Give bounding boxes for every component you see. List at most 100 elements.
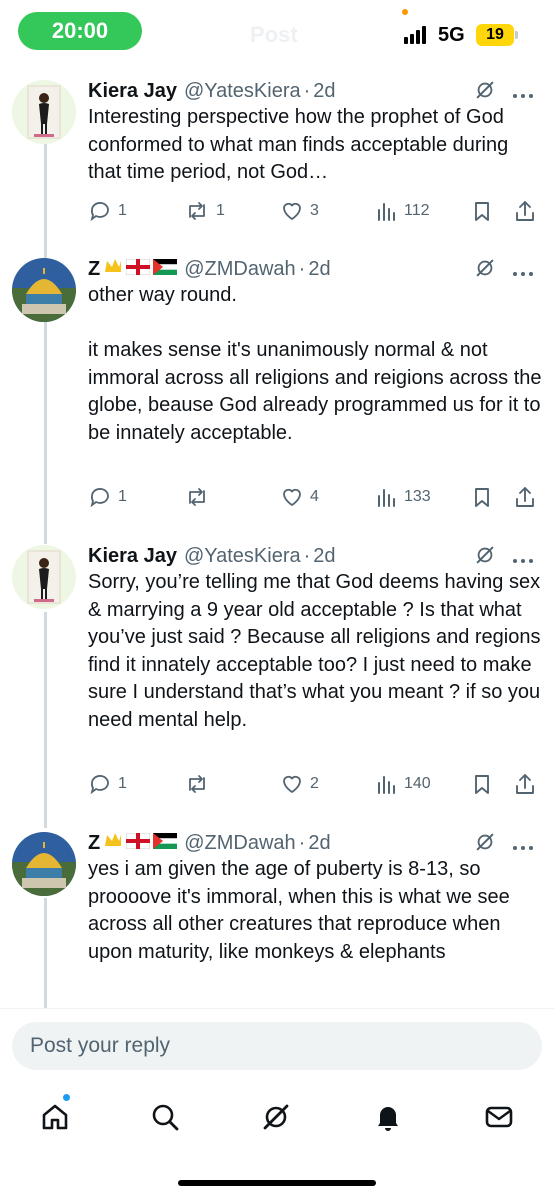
like-count: 4 (310, 488, 319, 505)
author-handle[interactable]: @YatesKiera (184, 80, 301, 103)
home-indicator[interactable] (178, 1180, 376, 1186)
views-icon (378, 489, 395, 507)
reply-button[interactable]: 1 (88, 769, 127, 799)
tweet-header: Z @ZMDawah · 2d (88, 254, 534, 284)
share-button[interactable] (514, 769, 536, 799)
grok-tab[interactable] (259, 1100, 293, 1134)
bookmark-button[interactable] (472, 482, 492, 512)
more-options-icon[interactable] (512, 834, 534, 857)
like-count: 2 (310, 775, 319, 792)
bookmark-icon (475, 488, 489, 507)
bookmark-button[interactable] (472, 196, 492, 226)
cellular-signal-icon (404, 26, 426, 44)
status-bar: ← Post 20:00 5G 19 (0, 0, 554, 62)
tweet-header-icons (474, 79, 534, 107)
status-time: 20:00 (18, 12, 142, 50)
repost-button[interactable] (184, 769, 216, 799)
repost-icon (189, 202, 205, 220)
views-count: 133 (404, 488, 431, 505)
tweet[interactable]: Z @ZMDawah · 2d other way round. it make… (0, 254, 554, 526)
tweet[interactable]: Z @ZMDawah · 2d yes i am given the age o… (0, 828, 554, 1004)
author-handle[interactable]: @ZMDawah (184, 258, 295, 281)
more-options-icon[interactable] (512, 547, 534, 570)
views-count: 140 (404, 775, 431, 792)
palestine-flag-icon (153, 258, 178, 281)
heart-icon (283, 775, 301, 793)
battery-icon: 19 (476, 24, 514, 46)
separator: · (298, 831, 306, 854)
palestine-flag-icon (153, 832, 178, 855)
bookmark-icon (475, 202, 489, 221)
views-button[interactable]: 140 (376, 769, 431, 799)
crown-emoji-icon (103, 831, 123, 855)
views-button[interactable]: 133 (376, 482, 431, 512)
author-handle[interactable]: @ZMDawah (184, 832, 295, 855)
like-button[interactable]: 2 (280, 769, 319, 799)
share-button[interactable] (514, 482, 536, 512)
tweet-header-icons (474, 831, 534, 859)
share-icon (516, 487, 534, 507)
crown-emoji-icon (103, 257, 123, 281)
reply-icon (90, 202, 109, 222)
author-name[interactable]: Z (88, 258, 100, 281)
repost-icon (189, 775, 205, 793)
more-options-icon[interactable] (512, 82, 534, 105)
author-name[interactable]: Kiera Jay (88, 545, 177, 568)
tweet-header: Kiera Jay @YatesKiera · 2d (88, 76, 534, 106)
like-button[interactable]: 3 (280, 196, 319, 226)
reply-button[interactable]: 1 (88, 196, 127, 226)
tweet-text: other way round. it makes sense it's una… (88, 284, 542, 444)
repost-count: 1 (216, 202, 225, 219)
avatar[interactable] (12, 545, 76, 609)
author-name[interactable]: Z (88, 832, 100, 855)
reply-button[interactable]: 1 (88, 482, 127, 512)
views-button[interactable]: 112 (376, 196, 430, 226)
page-title: Post (250, 22, 298, 47)
network-type: 5G (438, 24, 465, 46)
tweet-actions: 1 4 133 (88, 482, 542, 512)
share-icon (516, 201, 534, 221)
tweet-text: Sorry, you’re telling me that God deems … (88, 571, 547, 731)
bookmark-button[interactable] (472, 769, 492, 799)
post-date[interactable]: 2d (308, 258, 330, 281)
grok-icon[interactable] (474, 257, 496, 285)
reply-count: 1 (118, 488, 127, 505)
messages-tab[interactable] (482, 1100, 516, 1134)
post-date[interactable]: 2d (308, 832, 330, 855)
reply-count: 1 (118, 202, 127, 219)
repost-button[interactable]: 1 (184, 196, 225, 226)
like-button[interactable]: 4 (280, 482, 319, 512)
avatar[interactable] (12, 832, 76, 896)
more-options-icon[interactable] (512, 260, 534, 283)
search-tab[interactable] (148, 1100, 182, 1134)
reply-icon (90, 775, 109, 795)
reply-input[interactable]: Post your reply (12, 1022, 542, 1070)
post-date[interactable]: 2d (313, 80, 335, 103)
author-name[interactable]: Kiera Jay (88, 80, 177, 103)
repost-button[interactable] (184, 482, 216, 512)
tweet-text: Interesting perspective how the prophet … (88, 106, 514, 183)
home-tab[interactable] (38, 1100, 72, 1134)
heart-icon (283, 488, 301, 506)
author-handle[interactable]: @YatesKiera (184, 545, 301, 568)
grok-icon[interactable] (474, 831, 496, 859)
tweet[interactable]: Kiera Jay @YatesKiera · 2d Sorry, you’re… (0, 541, 554, 813)
separator: · (303, 544, 311, 567)
views-count: 112 (404, 202, 430, 219)
avatar[interactable] (12, 80, 76, 144)
tweet[interactable]: Kiera Jay @YatesKiera · 2d Interesting p… (0, 76, 554, 236)
microphone-indicator-icon (402, 9, 408, 15)
post-date[interactable]: 2d (313, 545, 335, 568)
england-flag-icon (125, 258, 151, 281)
heart-icon (283, 202, 301, 220)
share-button[interactable] (514, 196, 536, 226)
grok-icon[interactable] (474, 79, 496, 107)
notifications-tab[interactable] (371, 1100, 405, 1134)
tweet-header-icons (474, 544, 534, 572)
avatar[interactable] (12, 258, 76, 322)
grok-icon[interactable] (474, 544, 496, 572)
tweet-header-icons (474, 257, 534, 285)
grok-icon (263, 1104, 289, 1130)
england-flag-icon (125, 832, 151, 855)
battery-cap (515, 31, 518, 39)
